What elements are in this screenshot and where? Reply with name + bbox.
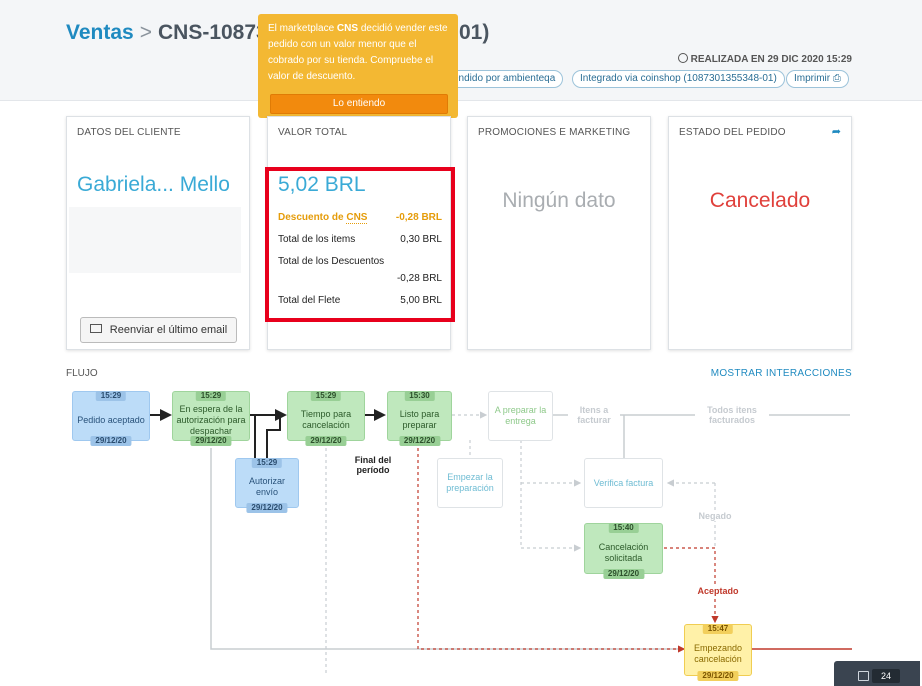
- all-invoiced-label: Todos itens facturados: [695, 405, 769, 425]
- items-to-invoice-label: Itens a facturar: [568, 405, 620, 425]
- flow-node-order-accepted[interactable]: 15:29 Pedido aceptado 29/12/20: [72, 391, 150, 446]
- node-time: 15:29: [251, 458, 283, 468]
- node-label: Empezando cancelación: [693, 643, 743, 664]
- end-period-label: Final del período: [354, 455, 392, 475]
- flow-node-cancellation-requested[interactable]: 15:40 Cancelación solicitada 29/12/20: [584, 523, 663, 579]
- node-time: 15:29: [195, 391, 227, 401]
- node-time: 15:30: [404, 391, 435, 401]
- flow-node-ready-to-prepare[interactable]: 15:30 Listo para preparar 29/12/20: [387, 391, 452, 446]
- node-label: Autorizar envío: [248, 476, 285, 497]
- notification-count: 24: [872, 669, 900, 683]
- node-time: 15:47: [702, 624, 734, 634]
- node-label: Pedido aceptado: [77, 414, 145, 425]
- node-date: 29/12/20: [305, 436, 347, 446]
- flow-node-start-preparation[interactable]: Empezar la preparación: [437, 458, 503, 508]
- flow-node-cancellation-window[interactable]: 15:29 Tiempo para cancelación 29/12/20: [287, 391, 365, 446]
- node-label: Empezar la preparación: [446, 472, 494, 493]
- denied-label: Negado: [693, 511, 737, 521]
- node-date: 29/12/20: [602, 569, 645, 579]
- node-label: Listo para preparar: [399, 409, 440, 430]
- flow-node-verify-invoice[interactable]: Verifica factura: [584, 458, 663, 508]
- node-time: 15:29: [310, 391, 342, 401]
- node-label: Verifica factura: [593, 477, 654, 488]
- flow-connectors: [150, 409, 852, 676]
- node-date: 29/12/20: [697, 671, 739, 681]
- node-label: En espera de la autorización para despac…: [176, 403, 246, 436]
- node-label: A preparar la entrega: [494, 405, 547, 426]
- flow-node-awaiting-authorization[interactable]: 15:29 En espera de la autorización para …: [172, 391, 250, 446]
- node-date: 29/12/20: [398, 436, 441, 446]
- flow-node-starting-cancellation[interactable]: 15:47 Empezando cancelación 29/12/20: [684, 624, 752, 681]
- node-date: 29/12/20: [90, 436, 132, 446]
- accepted-label: Aceptado: [690, 586, 746, 596]
- node-date: 29/12/20: [190, 436, 232, 446]
- node-time: 15:29: [95, 391, 127, 401]
- flow-node-prepare-delivery[interactable]: A preparar la entrega: [488, 391, 553, 441]
- node-time: 15:40: [608, 523, 639, 533]
- inbox-icon: [858, 671, 869, 681]
- node-label: Cancelación solicitada: [598, 541, 649, 563]
- notification-widget[interactable]: 24: [834, 661, 920, 686]
- node-label: Tiempo para cancelación: [300, 409, 352, 430]
- flow-node-authorize-shipping[interactable]: 15:29 Autorizar envío 29/12/20: [235, 458, 299, 513]
- node-date: 29/12/20: [246, 503, 288, 513]
